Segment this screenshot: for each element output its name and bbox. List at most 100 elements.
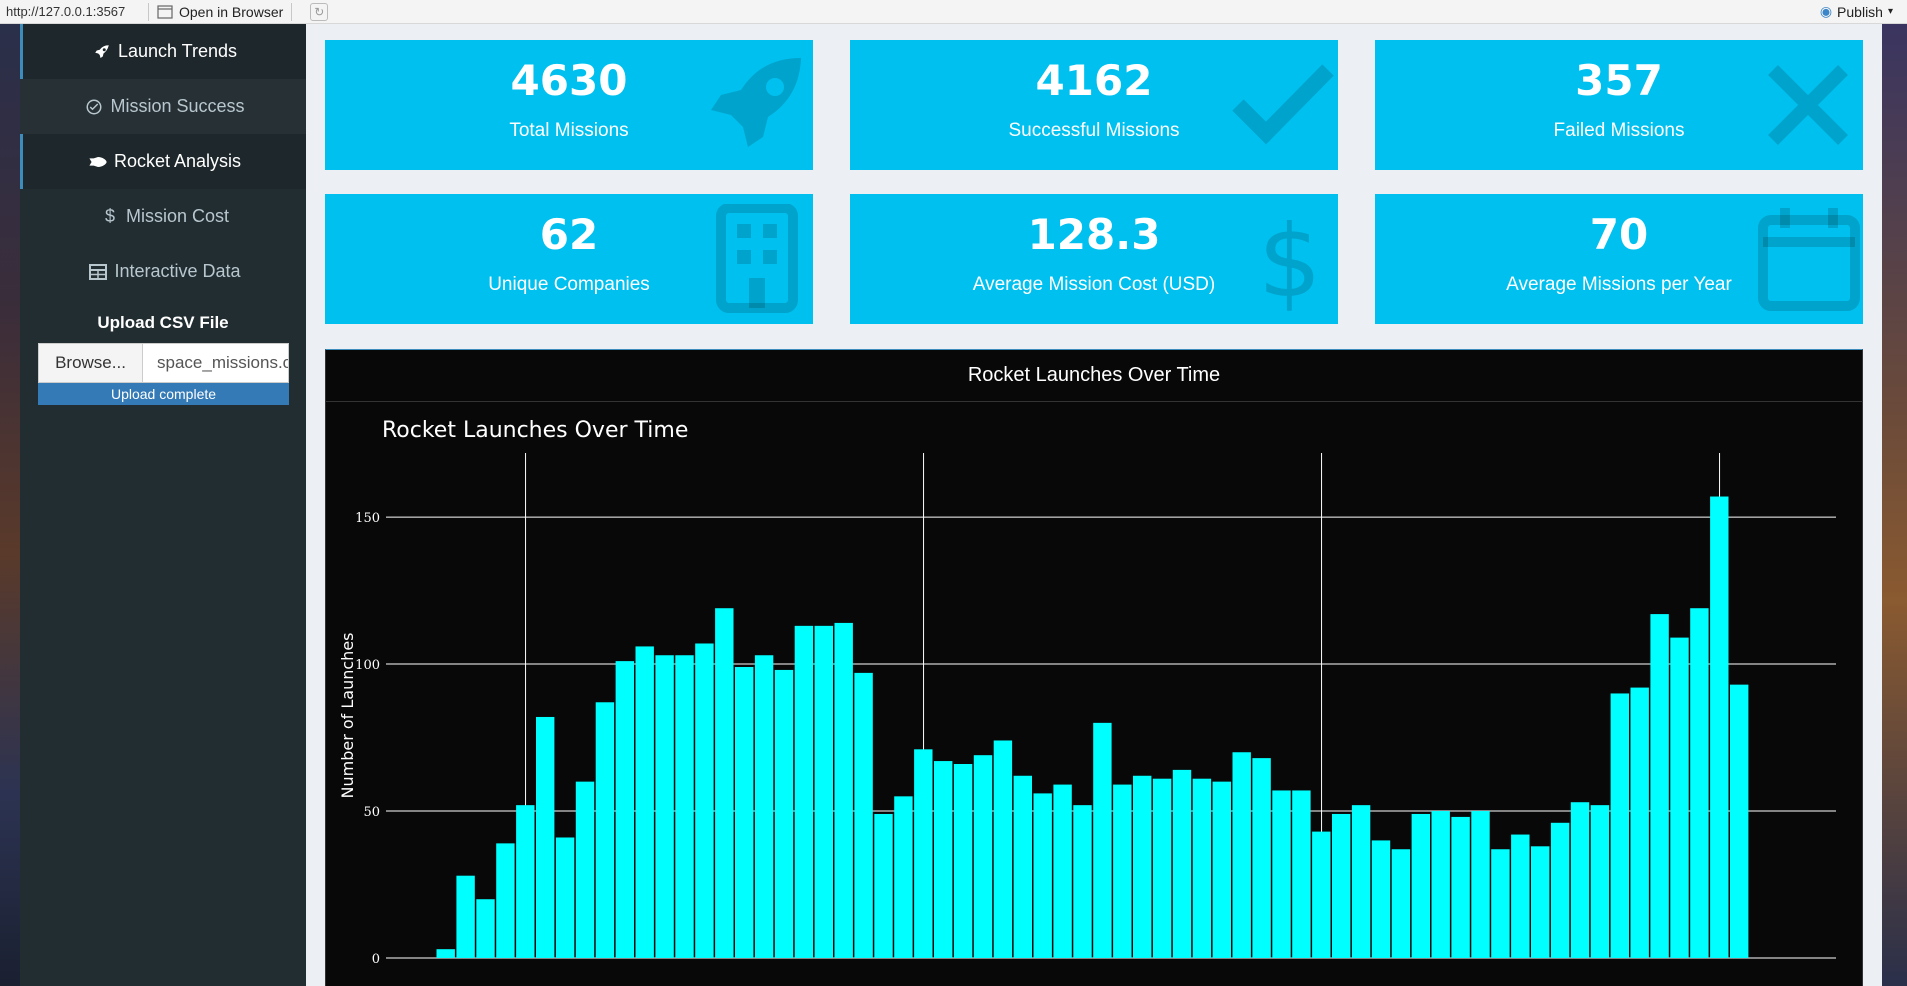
chart-bar[interactable] (973, 755, 993, 958)
sidebar-item-mission-cost[interactable]: $ Mission Cost (20, 189, 306, 244)
chart-bar[interactable] (476, 899, 495, 958)
chart-bar[interactable] (854, 672, 873, 958)
chart-title: Rocket Launches Over Time (382, 418, 688, 443)
chart-bar[interactable] (1491, 849, 1510, 958)
chart-bar[interactable] (1391, 849, 1411, 958)
chart-bar[interactable] (1650, 614, 1669, 958)
chart-bar[interactable] (1431, 811, 1450, 958)
chart-bar[interactable] (1133, 775, 1152, 958)
chart-bar[interactable] (1710, 496, 1729, 958)
chart-bar[interactable] (456, 875, 475, 958)
chart-bar[interactable] (993, 740, 1013, 958)
chart-bar[interactable] (1013, 775, 1032, 958)
chart-bar[interactable] (1172, 769, 1192, 958)
background-image (0, 24, 20, 986)
sidebar-item-mission-success[interactable]: Mission Success (20, 79, 306, 134)
chart-bar[interactable] (953, 764, 973, 958)
file-input[interactable]: Browse... space_missions.csv (38, 343, 289, 383)
chart-bar[interactable] (735, 667, 754, 958)
chart-bar[interactable] (1351, 805, 1371, 958)
open-in-browser-label: Open in Browser (179, 3, 284, 20)
chart-bar[interactable] (794, 625, 814, 958)
chart-bar[interactable] (1730, 684, 1749, 958)
chart-bar[interactable] (754, 655, 774, 958)
window-icon (157, 4, 173, 19)
chart-panel-title: Rocket Launches Over Time (326, 350, 1862, 402)
chart-bar[interactable] (1113, 784, 1132, 958)
chart-bar[interactable] (834, 622, 853, 958)
sidebar-item-label: Mission Cost (125, 206, 230, 226)
chart-bar[interactable] (1093, 722, 1112, 958)
chart-bar[interactable] (1550, 822, 1570, 958)
chart-bar[interactable] (1332, 813, 1351, 958)
launches-bar-chart[interactable]: Rocket Launches Over Time Number of Launc… (326, 403, 1862, 986)
y-tick-label: 100 (355, 658, 380, 673)
check-circle-icon (84, 98, 104, 116)
chart-bar[interactable] (715, 608, 734, 958)
value-box-average-missions-per-year: 70 Average Missions per Year (1375, 194, 1863, 324)
y-axis-label: Number of Launches (338, 633, 357, 799)
chart-bar[interactable] (874, 813, 893, 958)
chart-bar[interactable] (635, 646, 654, 958)
chart-bar[interactable] (1371, 840, 1391, 958)
chart-bar[interactable] (1073, 805, 1092, 958)
chart-bar[interactable] (814, 625, 833, 958)
sidebar-item-launch-trends[interactable]: Launch Trends (20, 24, 306, 79)
sidebar-item-label: Launch Trends (117, 41, 238, 61)
check-icon (1232, 64, 1334, 145)
chart-bar[interactable] (1053, 784, 1072, 958)
browse-button[interactable]: Browse... (39, 344, 143, 382)
background-image (1882, 24, 1907, 986)
chart-bar[interactable] (595, 702, 615, 958)
chart-bar[interactable] (1570, 802, 1590, 958)
chart-bar[interactable] (914, 749, 933, 958)
chart-bar[interactable] (1610, 693, 1629, 958)
y-tick-label: 0 (372, 952, 380, 967)
chart-bar[interactable] (1272, 790, 1291, 958)
chart-bar[interactable] (1590, 805, 1610, 958)
chart-bar[interactable] (934, 761, 953, 958)
chart-bar[interactable] (1531, 846, 1550, 958)
dollar-icon: $ (104, 206, 115, 226)
chart-bar[interactable] (655, 655, 674, 958)
chart-bar[interactable] (1451, 816, 1470, 958)
chart-bar[interactable] (436, 949, 455, 958)
chart-bar[interactable] (615, 661, 634, 958)
chart-bar[interactable] (1312, 831, 1331, 958)
chart-bar[interactable] (675, 655, 694, 958)
chart-bar[interactable] (536, 716, 555, 958)
chart-bar[interactable] (1232, 752, 1251, 958)
chart-bar[interactable] (575, 781, 595, 958)
sidebar-item-label: Rocket Analysis (113, 151, 242, 171)
sidebar-item-rocket-analysis[interactable]: Rocket Analysis (20, 134, 306, 189)
chart-bar[interactable] (1033, 793, 1052, 958)
chart-bar[interactable] (555, 837, 575, 958)
sidebar-item-label: Interactive Data (114, 261, 241, 281)
chart-bar[interactable] (1252, 758, 1271, 958)
chart-bar[interactable] (1511, 834, 1530, 958)
sidebar-item-interactive-data[interactable]: Interactive Data (20, 244, 306, 299)
chart-bar[interactable] (516, 805, 535, 958)
publish-label: Publish (1837, 3, 1883, 20)
chart-bar[interactable] (1670, 637, 1689, 958)
chart-bar[interactable] (1690, 608, 1709, 958)
refresh-icon[interactable]: ↻ (310, 2, 329, 21)
chart-bar[interactable] (774, 669, 794, 958)
file-name-field[interactable]: space_missions.csv (143, 344, 288, 382)
chart-bar[interactable] (1152, 778, 1172, 958)
chart-bar[interactable] (1411, 813, 1430, 958)
chart-bar[interactable] (1471, 811, 1490, 958)
chart-bar[interactable] (1212, 781, 1231, 958)
chart-bar[interactable] (496, 843, 515, 958)
svg-text:$: $ (1258, 204, 1322, 314)
publish-button[interactable]: ◉ Publish ▾ (1820, 3, 1893, 20)
chart-bar[interactable] (894, 796, 913, 958)
shuttle-icon (88, 154, 108, 170)
value-box-average-mission-cost: 128.3 Average Mission Cost (USD) $ (850, 194, 1338, 324)
chart-bar[interactable] (1630, 687, 1649, 958)
chart-bar[interactable] (1192, 778, 1212, 958)
chart-bar[interactable] (1292, 790, 1311, 958)
open-in-browser-button[interactable]: Open in Browser (157, 4, 283, 20)
url-text[interactable]: http://127.0.0.1:3567 (0, 4, 140, 19)
chart-bar[interactable] (695, 643, 714, 958)
